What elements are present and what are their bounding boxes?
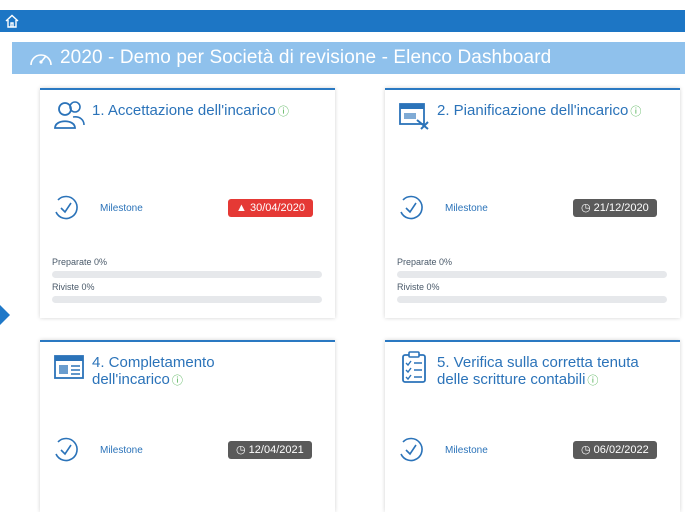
milestone-date-badge: ◷ 12/04/2021 [228,441,312,459]
milestone-date-badge: ◷ 06/02/2022 [573,441,657,459]
progress-bar-preparate [397,271,667,278]
progress-label-preparate: Preparate 0% [397,257,453,267]
progress-bar-riviste [397,296,667,303]
clock-icon: ◷ [236,444,246,456]
card-title[interactable]: 2. Pianificazione dell'incarico [437,102,628,119]
milestone-label: Milestone [100,202,143,214]
card-title[interactable]: 1. Accettazione dell'incarico [92,102,276,119]
clock-icon: ◷ [581,444,591,456]
progress-label-riviste: Riviste 0% [52,282,95,292]
users-icon [54,101,85,129]
planning-icon [399,103,429,130]
info-icon[interactable]: ⓘ [587,375,598,387]
checklist-icon [402,351,426,383]
dashboard-card-pianificazione[interactable]: 2. Pianificazione dell'incarico ⓘ Milesto… [385,88,680,318]
info-icon[interactable]: ⓘ [172,375,183,387]
milestone-clock-icon [55,195,78,220]
milestone-label: Milestone [445,444,488,456]
progress-bar-preparate [52,271,322,278]
milestone-date: 06/02/2022 [593,444,649,456]
progress-bar-riviste [52,296,322,303]
document-icon [54,355,84,379]
dashboard-title-bar: 2020 - Demo per Società di revisione - E… [12,42,685,74]
card-title[interactable]: 5. Verifica sulla corretta tenuta delle … [437,354,639,388]
info-icon[interactable]: ⓘ [278,106,289,118]
milestone-clock-icon [55,437,78,462]
card-title[interactable]: 4. Completamento dell'incarico [92,354,215,388]
milestone-label: Milestone [100,444,143,456]
home-icon[interactable] [4,13,20,29]
info-icon[interactable]: ⓘ [630,106,641,118]
dashboard-card-accettazione[interactable]: 1. Accettazione dell'incarico ⓘ Milestone… [40,88,335,318]
page-title: 2020 - Demo per Società di revisione - E… [60,47,552,68]
clock-icon: ◷ [581,202,591,214]
milestone-date-badge: ◷ 21/12/2020 [573,199,657,217]
dashboard-card-verifica[interactable]: 5. Verifica sulla corretta tenuta delle … [385,340,680,512]
milestone-label: Milestone [445,202,488,214]
expand-arrow-icon[interactable] [0,305,10,325]
milestone-date: 21/12/2020 [593,202,649,214]
top-bar [0,10,685,32]
milestone-date: 12/04/2021 [248,444,304,456]
progress-label-riviste: Riviste 0% [397,282,440,292]
warning-icon: ▲ [236,202,247,214]
milestone-clock-icon [400,437,423,462]
gauge-icon [30,54,52,66]
milestone-date-badge: ▲ 30/04/2020 [228,199,314,217]
progress-label-preparate: Preparate 0% [52,257,108,267]
dashboard-card-completamento[interactable]: 4. Completamento dell'incarico ⓘ Mileston… [40,340,335,512]
milestone-clock-icon [400,195,423,220]
milestone-date: 30/04/2020 [249,202,306,214]
